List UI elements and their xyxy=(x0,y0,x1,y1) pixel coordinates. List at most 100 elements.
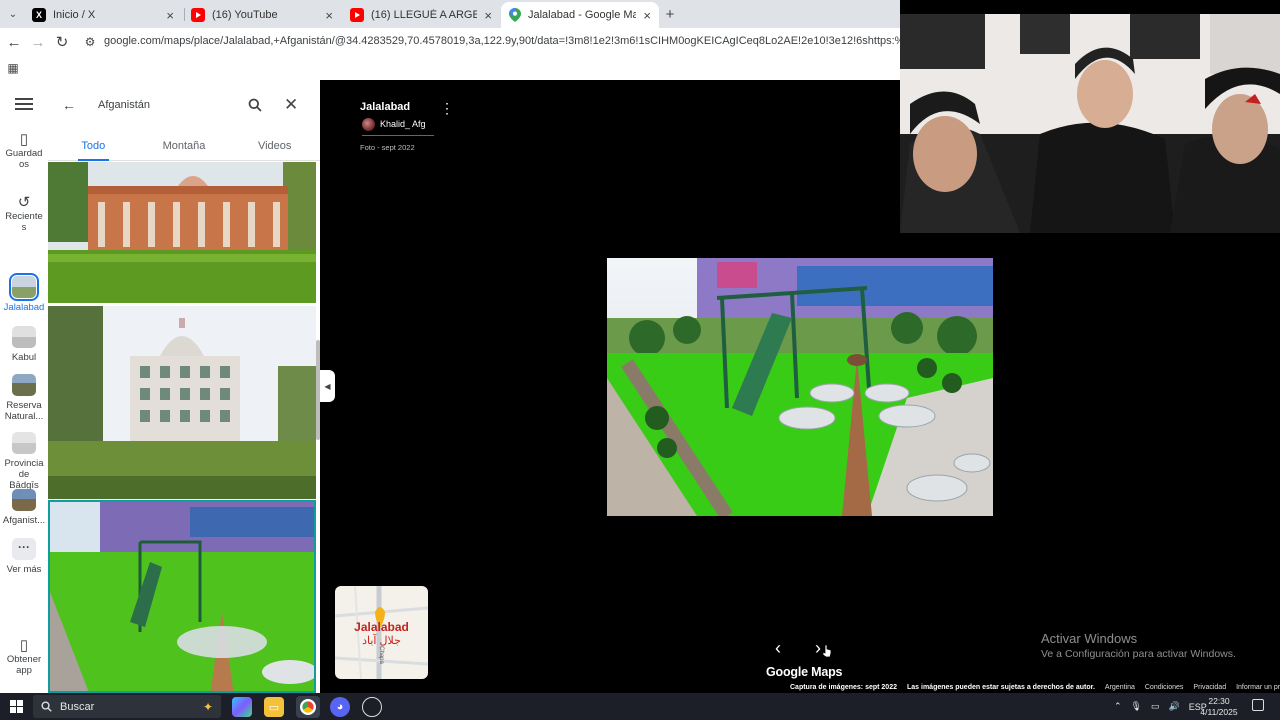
mini-map[interactable]: Jalalabad جلال آباد Chapa xyxy=(335,586,428,679)
discord-icon[interactable]: ◕ xyxy=(330,697,350,717)
next-photo-button[interactable]: › xyxy=(815,638,821,659)
network-icon[interactable]: ▭ xyxy=(1151,701,1160,712)
browser-tab-bar: ⌄ X Inicio / X × (16) YouTube × (16) LLE… xyxy=(0,0,900,28)
building-photo xyxy=(48,306,316,499)
rail-more[interactable]: ··· Ver más xyxy=(0,538,48,575)
search-box: ← ✕ xyxy=(62,90,308,120)
tab-todo[interactable]: Todo xyxy=(48,132,139,161)
mini-map-label-arabic: جلال آباد xyxy=(362,635,401,647)
file-explorer-icon[interactable]: ▭ xyxy=(264,697,284,717)
palace-photo xyxy=(48,162,316,303)
url-field[interactable]: google.com/maps/place/Jalalabad,+Afganis… xyxy=(104,35,900,47)
photo-date: Foto - sept 2022 xyxy=(360,143,415,152)
rail-label: Recientes xyxy=(5,211,43,233)
tab-search-chevron-icon[interactable]: ⌄ xyxy=(3,4,23,24)
copilot-icon[interactable] xyxy=(232,697,252,717)
close-icon[interactable]: ✕ xyxy=(284,95,298,115)
bookmarks-bar: ▦ xyxy=(0,56,900,80)
reload-icon[interactable]: ↻ xyxy=(52,32,72,52)
mini-map-road-label: Chapa xyxy=(377,646,384,664)
more-options-icon[interactable]: ⋮ xyxy=(440,100,454,117)
rail-jalalabad[interactable]: Jalalabad xyxy=(0,273,48,313)
tab-close-icon[interactable]: × xyxy=(166,8,174,23)
clock-time: 22:30 xyxy=(1208,696,1230,706)
taskbar-search-placeholder: Buscar xyxy=(60,700,95,713)
rail-get-app[interactable]: ▯ Obtener app xyxy=(0,637,48,676)
watermark-subtitle: Ve a Configuración para activar Windows. xyxy=(1041,648,1236,660)
webcam-overlay xyxy=(900,14,1280,233)
chevron-left-icon: ◀ xyxy=(324,381,331,391)
x-logo-icon: X xyxy=(32,8,46,22)
tab-title: Inicio / X xyxy=(53,9,96,21)
browser-tab-x[interactable]: X Inicio / X × xyxy=(24,2,182,28)
tab-close-icon[interactable]: × xyxy=(484,8,492,23)
new-tab-button[interactable]: + xyxy=(660,4,680,24)
phone-icon: ▯ xyxy=(19,637,29,654)
rail-recent[interactable]: ↺ Recientes xyxy=(0,194,48,233)
browser-tab-youtube-video[interactable]: (16) LLEGUÉ A ARGENTINA... N × xyxy=(342,2,500,28)
collapse-panel-button[interactable]: ◀ xyxy=(320,370,335,402)
mini-map-label: Jalalabad xyxy=(354,620,409,634)
tab-close-icon[interactable]: × xyxy=(643,8,651,23)
taskbar-search[interactable]: Buscar ✦ xyxy=(33,695,221,718)
search-icon[interactable] xyxy=(248,98,262,112)
rail-afganistan[interactable]: Afganist... xyxy=(0,489,48,526)
tab-close-icon[interactable]: × xyxy=(325,8,333,23)
browser-tab-maps[interactable]: Jalalabad - Google Maps × xyxy=(501,2,659,28)
photo-thumbnail-domed-building[interactable] xyxy=(48,306,316,499)
menu-icon[interactable] xyxy=(15,98,33,110)
rail-kabul[interactable]: Kabul xyxy=(0,326,48,363)
forward-arrow-icon[interactable]: → xyxy=(28,32,48,52)
site-info-icon[interactable]: ⚙ xyxy=(80,32,100,52)
obs-icon[interactable] xyxy=(362,697,382,717)
browser-tab-youtube[interactable]: (16) YouTube × xyxy=(183,2,341,28)
avatar xyxy=(362,117,375,131)
photos-side-panel: ← ✕ Todo Montaña Videos xyxy=(48,80,320,693)
tab-montana[interactable]: Montaña xyxy=(139,132,230,160)
tab-videos[interactable]: Videos xyxy=(229,132,320,160)
youtube-icon xyxy=(191,8,205,22)
search-input[interactable] xyxy=(98,99,228,111)
search-icon xyxy=(41,701,52,712)
back-arrow-icon[interactable]: ← xyxy=(4,32,24,52)
photo-thumbnail-playground-selected[interactable] xyxy=(48,500,316,693)
tray-expand-icon[interactable]: ⌃ xyxy=(1114,701,1122,712)
rail-label: Reserva Natural... xyxy=(4,400,44,422)
rail-label: Obtener app xyxy=(6,654,42,676)
photo-tabs: Todo Montaña Videos xyxy=(48,132,320,161)
more-icon: ··· xyxy=(12,538,36,560)
place-thumbnail xyxy=(12,489,36,511)
rail-label: Guardados xyxy=(5,148,43,170)
windows-start-icon[interactable] xyxy=(10,700,23,713)
history-icon: ↺ xyxy=(17,194,31,211)
place-thumbnail xyxy=(9,273,39,301)
webcam-feed xyxy=(900,14,1280,233)
address-bar-row: ← → ↻ ⚙ google.com/maps/place/Jalalabad,… xyxy=(0,28,900,56)
author-row[interactable]: Khalid_ Afg xyxy=(362,116,434,136)
rail-badgis[interactable]: Provincia de Bādgīs xyxy=(0,432,48,491)
google-maps-logo: Google Maps xyxy=(766,665,843,679)
windows-activation-watermark: Activar Windows Ve a Configuración para … xyxy=(1041,631,1236,660)
rail-label: Kabul xyxy=(11,352,37,363)
watermark-title: Activar Windows xyxy=(1041,631,1138,646)
photo-thumbnail-palace[interactable] xyxy=(48,162,316,303)
bookmark-icon: ▯ xyxy=(19,131,29,148)
apps-grid-icon[interactable]: ▦ xyxy=(3,58,23,78)
volume-icon[interactable]: 🔊 xyxy=(1169,701,1180,712)
chrome-taskbar-icon[interactable] xyxy=(296,696,320,718)
previous-photo-button[interactable]: ‹ xyxy=(775,638,781,659)
rail-label: Provincia de Bādgīs xyxy=(4,458,44,491)
playground-main-photo xyxy=(607,258,993,516)
place-title: Jalalabad xyxy=(360,101,411,113)
main-photo[interactable] xyxy=(607,258,993,516)
microphone-icon[interactable]: 🎙 xyxy=(1131,701,1142,712)
taskbar-clock[interactable]: 22:30 4/11/2025 xyxy=(1196,696,1242,718)
playground-photo xyxy=(50,502,314,691)
rail-label: Ver más xyxy=(6,564,42,575)
maps-pin-icon xyxy=(509,8,521,22)
rail-saved[interactable]: ▯ Guardados xyxy=(0,131,48,170)
back-arrow-icon[interactable]: ← xyxy=(62,97,76,113)
rail-reserva-natural[interactable]: Reserva Natural... xyxy=(0,374,48,422)
notifications-icon[interactable] xyxy=(1252,699,1264,711)
author-name: Khalid_ Afg xyxy=(380,119,426,129)
